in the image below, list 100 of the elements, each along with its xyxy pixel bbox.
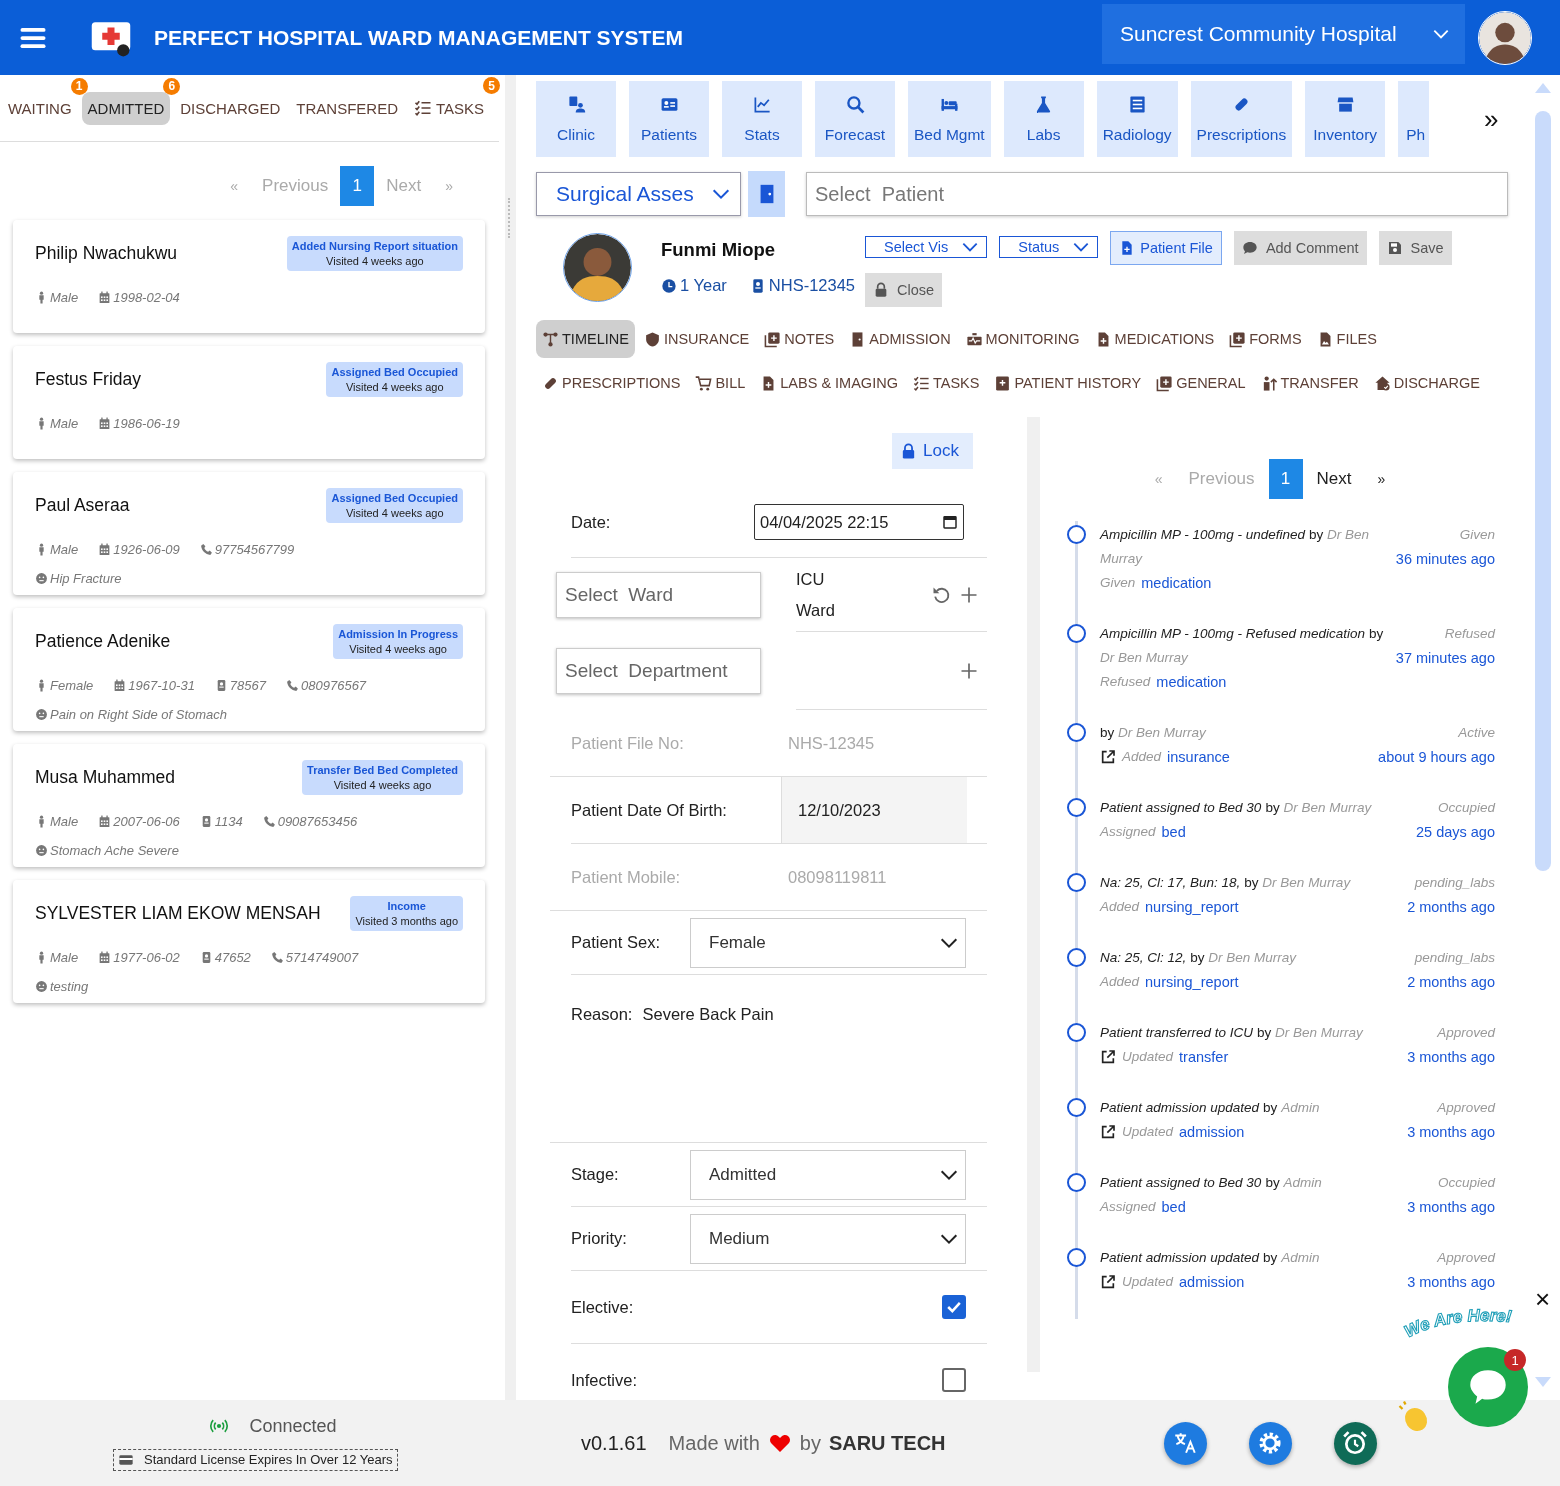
module-tile[interactable]: Patients	[629, 81, 709, 157]
timeline-link[interactable]: medication	[1156, 670, 1227, 694]
record-tab[interactable]: MEDICATIONS	[1088, 320, 1221, 358]
patient-name: Paul Aseraa	[35, 494, 130, 516]
timeline-link[interactable]: nursing_report	[1145, 895, 1239, 919]
patient-card[interactable]: Patience Adenike Admission In Progress Visited 4 weeks ago Female 1967-10-31 78567 080976567 Pain on Right Side of Stomach	[13, 608, 485, 731]
record-tab[interactable]: DISCHARGE	[1367, 364, 1486, 402]
patient-search-field[interactable]: Select Patient	[806, 172, 1508, 216]
note-plus-icon	[764, 330, 782, 348]
lock-button[interactable]: Lock	[892, 433, 973, 469]
checkbox[interactable]	[942, 1368, 966, 1392]
patient-card[interactable]: Festus Friday Assigned Bed Occupied Visited 4 weeks ago Male 1986-06-19	[13, 346, 485, 459]
module-tile[interactable]: Stats	[722, 81, 802, 157]
visit-select[interactable]: Status	[999, 236, 1099, 258]
timeline-status: Refused	[1444, 625, 1495, 643]
timeline-link[interactable]: admission	[1179, 1120, 1245, 1144]
count-badge: 6	[163, 77, 181, 95]
page-button[interactable]: 1	[1268, 459, 1303, 499]
hospital-select[interactable]: Suncrest Community Hospital	[1102, 3, 1465, 64]
select-field[interactable]: Admitted	[690, 1149, 966, 1200]
record-tab[interactable]: FORMS	[1223, 320, 1308, 358]
record-tab[interactable]: TRANSFER	[1254, 364, 1365, 402]
translate-button[interactable]	[1163, 1421, 1207, 1465]
list-tab[interactable]: TASKS	[408, 91, 491, 125]
external-link-icon[interactable]	[1100, 1274, 1116, 1290]
ward-select[interactable]: Select Ward	[556, 572, 761, 618]
timeline-link[interactable]: medication	[1141, 571, 1212, 595]
action-button[interactable]: Add Comment	[1233, 231, 1367, 265]
patient-card[interactable]: SYLVESTER LIAM EKOW MENSAH Income Visited 3 months ago Male 1977-06-02 47652 5714749007 testing	[13, 880, 485, 1003]
store-icon	[1335, 94, 1355, 114]
patient-dob: 1977-06-02	[113, 950, 180, 965]
timeline-status: pending_labs	[1414, 874, 1495, 892]
next-link[interactable]: Next	[1302, 469, 1366, 489]
timeline-link[interactable]: admission	[1179, 1270, 1245, 1294]
module-tile[interactable]: Radiology	[1096, 81, 1178, 157]
calendar-icon[interactable]	[942, 514, 958, 530]
timeline-time: 2 months ago	[1407, 973, 1495, 992]
nodes-icon	[542, 330, 559, 348]
timeline-link[interactable]: insurance	[1167, 745, 1230, 769]
module-tile[interactable]: Forecast	[815, 81, 895, 157]
department-field[interactable]: Select Department	[556, 648, 761, 694]
record-tab[interactable]: PRESCRIPTIONS	[536, 364, 687, 402]
patient-file-button[interactable]: Patient File	[1110, 231, 1222, 265]
module-tile[interactable]: Prescriptions	[1190, 81, 1293, 157]
alarm-clock-icon	[1342, 1430, 1369, 1456]
timeline-link[interactable]: transfer	[1179, 1045, 1229, 1069]
external-link-icon[interactable]	[1100, 1124, 1116, 1140]
timeline-link[interactable]: bed	[1161, 820, 1186, 844]
settings-button[interactable]	[1248, 1421, 1292, 1465]
more-modules-button[interactable]: »	[1484, 103, 1499, 135]
department-select[interactable]: Surgical Asses	[536, 172, 741, 216]
record-tab[interactable]: TASKS	[906, 364, 986, 402]
action-button[interactable]: Close	[865, 273, 943, 307]
timeline-link[interactable]: bed	[1161, 1195, 1186, 1219]
record-tab[interactable]: MONITORING	[959, 320, 1086, 358]
timeline-time: 36 minutes ago	[1395, 550, 1495, 569]
dob-field[interactable]: 12/10/2023	[781, 777, 967, 843]
external-link-icon[interactable]	[1100, 749, 1116, 765]
patient-card[interactable]: Philip Nwachukwu Added Nursing Report situation Visited 4 weeks ago Male 1998-02-04	[13, 220, 485, 333]
record-tab[interactable]: PATIENT HISTORY	[988, 364, 1148, 402]
last-page-link[interactable]: »	[1365, 471, 1398, 487]
record-tab[interactable]: ADMISSION	[843, 320, 957, 358]
calendar-icon	[98, 951, 112, 964]
record-tab[interactable]: BILL	[689, 364, 752, 402]
phone-icon	[199, 543, 213, 556]
timeline-time: 2 months ago	[1407, 898, 1495, 917]
select-field[interactable]: Female	[690, 917, 966, 968]
record-tab[interactable]: LABS & IMAGING	[754, 364, 904, 402]
timeline-dot	[1067, 1023, 1086, 1042]
record-tab[interactable]: NOTES	[758, 320, 841, 358]
visit-select[interactable]: Select Vis	[865, 236, 988, 258]
record-tab[interactable]: FILES	[1310, 320, 1383, 358]
record-tab[interactable]: GENERAL	[1150, 364, 1252, 402]
external-link-icon[interactable]	[1100, 1049, 1116, 1065]
patient-dob: 1967-10-31	[128, 678, 195, 693]
list-tab[interactable]: TRANSFERED	[290, 91, 404, 125]
module-tile[interactable]: Clinic	[536, 81, 616, 157]
patient-card[interactable]: Paul Aseraa Assigned Bed Occupied Visited 4 weeks ago Male 1926-06-09 97754567799 Hip Fracture	[13, 472, 485, 595]
record-tab[interactable]: TIMELINE	[536, 320, 635, 358]
close-chat-button[interactable]: ×	[1535, 1284, 1551, 1315]
patient-card[interactable]: Musa Muhammed Transfer Bed Bed Completed Visited 4 weeks ago Male 2007-06-06 1134 09087653456 Stomach Ache Severe	[13, 744, 485, 867]
module-tile[interactable]: Bed Mgmt	[908, 81, 991, 157]
timeline-dot	[1067, 1098, 1086, 1117]
field-label: Date:	[571, 512, 612, 532]
alarm-button[interactable]	[1333, 1421, 1377, 1465]
door-button[interactable]	[748, 171, 785, 217]
action-button[interactable]: Save	[1378, 231, 1452, 265]
record-tab[interactable]: INSURANCE	[637, 320, 756, 358]
page-button[interactable]: 1	[340, 166, 375, 206]
monitor-icon	[965, 330, 983, 348]
module-tile[interactable]: Ph	[1398, 81, 1430, 157]
select-field[interactable]: Medium	[690, 1213, 966, 1264]
timeline-link[interactable]: nursing_report	[1145, 970, 1239, 994]
user-avatar[interactable]	[1478, 10, 1532, 65]
date-field[interactable]: 04/04/2025 22:15	[754, 504, 964, 540]
module-tile[interactable]: Labs	[1003, 81, 1084, 157]
checkbox[interactable]	[942, 1295, 966, 1319]
module-tile[interactable]: Inventory	[1305, 81, 1386, 157]
list-tab[interactable]: ADMITTED	[81, 91, 171, 125]
field-value: 08098119811	[788, 867, 887, 887]
